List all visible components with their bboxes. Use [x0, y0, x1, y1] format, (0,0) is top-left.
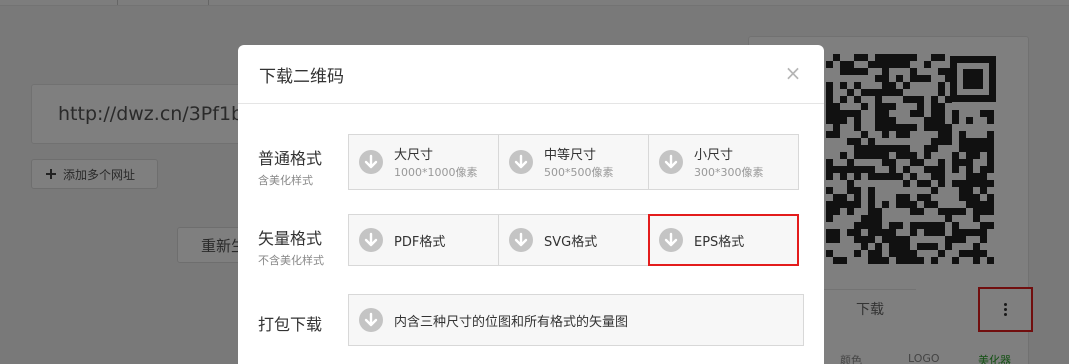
download-small-button[interactable]: 小尺寸 300*300像素	[648, 134, 799, 190]
row-label-main: 普通格式	[258, 149, 323, 168]
download-circle-icon	[659, 150, 683, 174]
normal-format-options: 大尺寸 1000*1000像素 中等尺寸 500*500像素 小尺寸 300*300像…	[348, 134, 799, 190]
option-subtitle: 300*300像素	[694, 166, 764, 179]
option-title: 小尺寸	[694, 148, 734, 163]
option-title: 大尺寸	[394, 148, 434, 163]
download-eps-button[interactable]: EPS格式	[648, 214, 799, 266]
option-title: SVG格式	[544, 234, 598, 250]
option-subtitle: 1000*1000像素	[394, 166, 478, 179]
pack-download-label: 打包下载	[258, 311, 322, 335]
vector-format-label: 矢量格式 不含美化样式	[258, 225, 324, 268]
vector-format-options: PDF格式 SVG格式 EPS格式	[348, 214, 799, 266]
option-title: EPS格式	[694, 234, 745, 250]
row-label-sub: 含美化样式	[258, 174, 313, 187]
download-pack-button[interactable]: 内含三种尺寸的位图和所有格式的矢量图	[348, 294, 804, 346]
row-label-sub: 不含美化样式	[258, 254, 324, 267]
option-subtitle: 500*500像素	[544, 166, 614, 179]
download-qr-modal: 下载二维码 × 普通格式 含美化样式 大尺寸 1000*1000像素 中等尺寸 50…	[238, 45, 824, 364]
row-label-main: 打包下载	[258, 315, 323, 334]
modal-title: 下载二维码	[259, 66, 344, 87]
modal-header: 下载二维码	[238, 45, 824, 104]
download-medium-button[interactable]: 中等尺寸 500*500像素	[498, 134, 649, 190]
download-circle-icon	[659, 228, 683, 252]
close-icon[interactable]: ×	[782, 62, 804, 84]
row-label-main: 矢量格式	[258, 229, 323, 248]
download-circle-icon	[359, 228, 383, 252]
option-title: 中等尺寸	[544, 148, 597, 163]
download-large-button[interactable]: 大尺寸 1000*1000像素	[348, 134, 499, 190]
download-pdf-button[interactable]: PDF格式	[348, 214, 499, 266]
download-svg-button[interactable]: SVG格式	[498, 214, 649, 266]
option-title: 内含三种尺寸的位图和所有格式的矢量图	[394, 314, 629, 330]
option-title: PDF格式	[394, 234, 446, 250]
download-circle-icon	[509, 150, 533, 174]
download-circle-icon	[509, 228, 533, 252]
normal-format-label: 普通格式 含美化样式	[258, 145, 322, 188]
download-circle-icon	[359, 308, 383, 332]
download-circle-icon	[359, 150, 383, 174]
